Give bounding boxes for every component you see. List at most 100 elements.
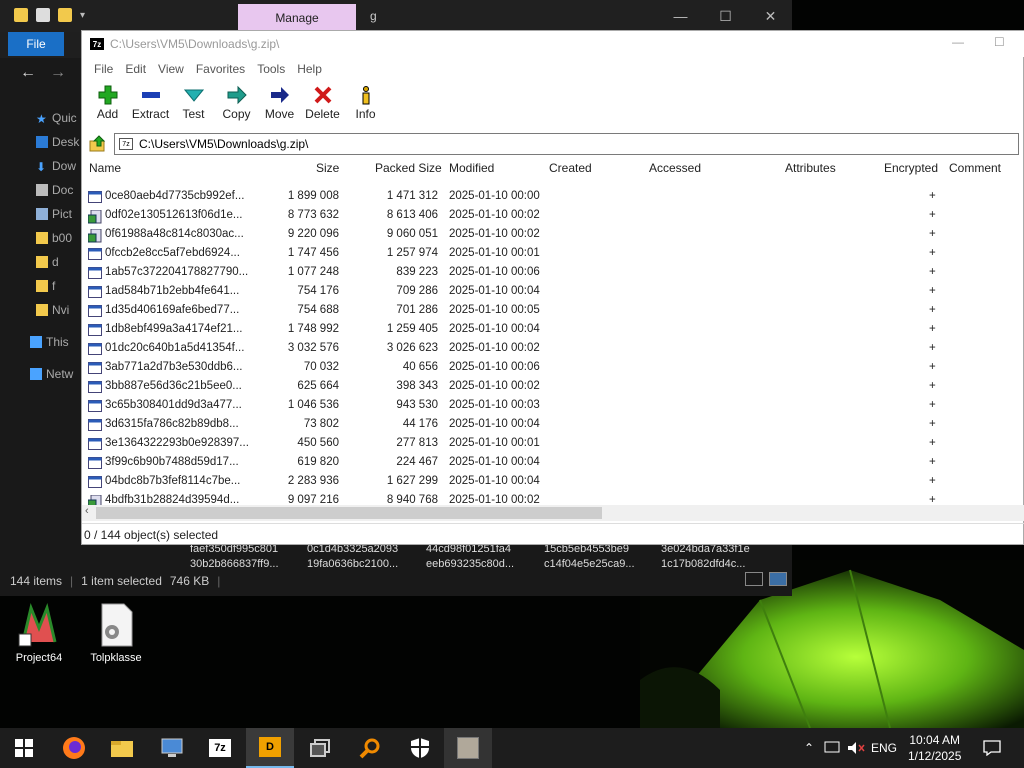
menu-help[interactable]: Help [291, 62, 328, 76]
info-icon [356, 85, 376, 105]
file-label[interactable]: c14f04e5e25ca9... [544, 558, 635, 570]
folder-icon[interactable] [14, 8, 28, 22]
table-row[interactable]: 04bdc8b7b3fef8114c7be... 2 283 936 1 627 2… [82, 473, 1024, 492]
details-view-icon[interactable] [745, 572, 763, 586]
desktop-icon-project64[interactable]: Project64 [9, 602, 69, 664]
language-indicator[interactable]: ENG [868, 741, 900, 755]
manage-tab[interactable]: Manage [238, 4, 356, 31]
forward-arrow-icon[interactable]: → [50, 64, 66, 82]
table-row[interactable]: 1ab57c372204178827790... 1 077 248 839 223… [82, 264, 1024, 283]
column-encrypted[interactable]: Encrypted [884, 161, 938, 175]
file-label[interactable]: 19fa0636bc2100... [307, 558, 398, 570]
cell-packed-size: 398 343 [396, 380, 438, 392]
cell-encrypted: + [929, 209, 936, 221]
minimize-icon[interactable]: — [952, 35, 964, 49]
taskbar-firefox[interactable] [50, 728, 98, 768]
column-attributes[interactable]: Attributes [785, 161, 836, 175]
menu-edit[interactable]: Edit [119, 62, 152, 76]
delete-button[interactable]: Delete [301, 81, 344, 127]
chevron-up-icon[interactable]: ⌃ [798, 741, 820, 755]
column-created[interactable]: Created [549, 161, 592, 175]
table-row[interactable]: 01dc20c640b1a5d41354f... 3 032 576 3 026 6… [82, 340, 1024, 359]
sidebar-item-network[interactable]: Netw [30, 364, 82, 384]
folder-icon [36, 280, 48, 292]
menu-favorites[interactable]: Favorites [190, 62, 251, 76]
table-row[interactable]: 1ad584b71b2ebb4fe641... 754 176 709 286 202… [82, 283, 1024, 302]
cell-encrypted: + [929, 342, 936, 354]
up-folder-button[interactable] [86, 133, 110, 155]
table-row[interactable]: 0ce80aeb4d7735cb992ef... 1 899 008 1 471 3… [82, 188, 1024, 207]
network-icon [30, 368, 42, 380]
table-row[interactable]: 1db8ebf499a3a4174ef21... 1 748 992 1 259 4… [82, 321, 1024, 340]
scroll-left-icon[interactable]: ‹ [85, 505, 89, 517]
table-row[interactable]: 4bdfb31b28824d39594d... 9 097 216 8 940 76… [82, 492, 1024, 505]
cell-modified: 2025-01-10 00:01 [449, 247, 540, 259]
table-row[interactable]: 0df02e130512613f06d1e... 8 773 632 8 613 4… [82, 207, 1024, 226]
table-row[interactable]: 3f99c6b90b7488d59d17... 619 820 224 467 202… [82, 454, 1024, 473]
file-label[interactable]: 1c17b082dfd4c... [661, 558, 745, 570]
table-row[interactable]: 0f61988a48c814c8030ac... 9 220 096 9 060 0… [82, 226, 1024, 245]
chevron-down-icon[interactable]: ▾ [80, 10, 85, 21]
desktop-icon-tolpklasse[interactable]: Tolpklasse [86, 602, 146, 664]
explorer-view-buttons [745, 572, 787, 586]
column-comment[interactable]: Comment [949, 161, 1001, 175]
table-row[interactable]: 3c65b308401dd9d3a477... 1 046 536 943 530 2… [82, 397, 1024, 416]
taskbar-file-explorer[interactable] [98, 728, 146, 768]
file-tab[interactable]: File [8, 32, 64, 56]
column-packed-size[interactable]: Packed Size [375, 161, 442, 175]
column-name[interactable]: Name [89, 161, 121, 175]
table-row[interactable]: 3ab771a2d7b3e530ddb6... 70 032 40 656 2025-… [82, 359, 1024, 378]
table-row[interactable]: 3bb887e56d36c21b5ee0... 625 664 398 343 202… [82, 378, 1024, 397]
taskbar-7zip[interactable]: 7z [196, 728, 244, 768]
table-row[interactable]: 0fccb2e8cc5af7ebd6924... 1 747 456 1 257 9… [82, 245, 1024, 264]
new-folder-icon[interactable] [58, 8, 72, 22]
taskbar-network-tool[interactable] [148, 728, 196, 768]
move-button[interactable]: Move [258, 81, 301, 127]
add-button[interactable]: Add [86, 81, 129, 127]
cell-size: 450 560 [297, 437, 339, 449]
close-icon[interactable]: ✕ [748, 0, 793, 32]
back-arrow-icon[interactable]: ← [20, 64, 36, 82]
table-row[interactable]: 3d6315fa786c82b89db8... 73 802 44 176 2025-… [82, 416, 1024, 435]
column-accessed[interactable]: Accessed [649, 161, 701, 175]
taskbar-search-tool[interactable] [346, 728, 394, 768]
notification-button[interactable] [980, 736, 1004, 760]
column-size[interactable]: Size [316, 161, 339, 175]
sidebar-item-this-pc[interactable]: This [30, 332, 82, 352]
file-label[interactable]: 30b2b866837ff9... [190, 558, 279, 570]
scrollbar-thumb[interactable] [96, 507, 602, 519]
folder-icon [36, 256, 48, 268]
table-row[interactable]: 3e1364322293b0e928397... 450 560 277 813 20… [82, 435, 1024, 454]
maximize-icon[interactable]: ☐ [703, 0, 748, 32]
table-row[interactable]: 1d35d406169afe6bed77... 754 688 701 286 202… [82, 302, 1024, 321]
maximize-icon[interactable]: ☐ [994, 35, 1005, 49]
taskbar-dnspy[interactable]: D [246, 728, 294, 768]
info-button[interactable]: Info [344, 81, 387, 127]
column-modified[interactable]: Modified [449, 161, 494, 175]
extract-button[interactable]: Extract [129, 81, 172, 127]
volume-muted-icon[interactable] [844, 741, 868, 755]
cell-encrypted: + [929, 380, 936, 392]
clock-time: 10:04 AM [909, 733, 961, 747]
start-button[interactable] [0, 728, 48, 768]
exe-file-icon [88, 362, 102, 374]
taskbar-security[interactable] [396, 728, 444, 768]
explorer-status-bar: 144 items | 1 item selected 746 KB | [0, 570, 792, 592]
menu-view[interactable]: View [152, 62, 190, 76]
test-button[interactable]: Test [172, 81, 215, 127]
tray-monitor-icon[interactable] [820, 741, 844, 755]
horizontal-scrollbar[interactable]: ‹ [82, 505, 1024, 521]
menu-tools[interactable]: Tools [251, 62, 291, 76]
taskbar-task-view[interactable] [296, 728, 344, 768]
file-list: Name Size Packed Size Modified Created A… [82, 159, 1024, 505]
cell-packed-size: 1 259 405 [386, 323, 438, 335]
properties-icon[interactable] [36, 8, 50, 22]
address-bar[interactable]: 7z C:\Users\VM5\Downloads\g.zip\ [114, 133, 1019, 155]
minimize-icon[interactable]: — [658, 0, 703, 32]
file-label[interactable]: eeb693235c80d... [426, 558, 514, 570]
large-icons-view-icon[interactable] [769, 572, 787, 586]
taskbar-app[interactable] [444, 728, 492, 768]
copy-button[interactable]: Copy [215, 81, 258, 127]
menu-file[interactable]: File [88, 62, 119, 76]
taskbar-clock[interactable]: 10:04 AM 1/12/2025 [908, 732, 961, 764]
